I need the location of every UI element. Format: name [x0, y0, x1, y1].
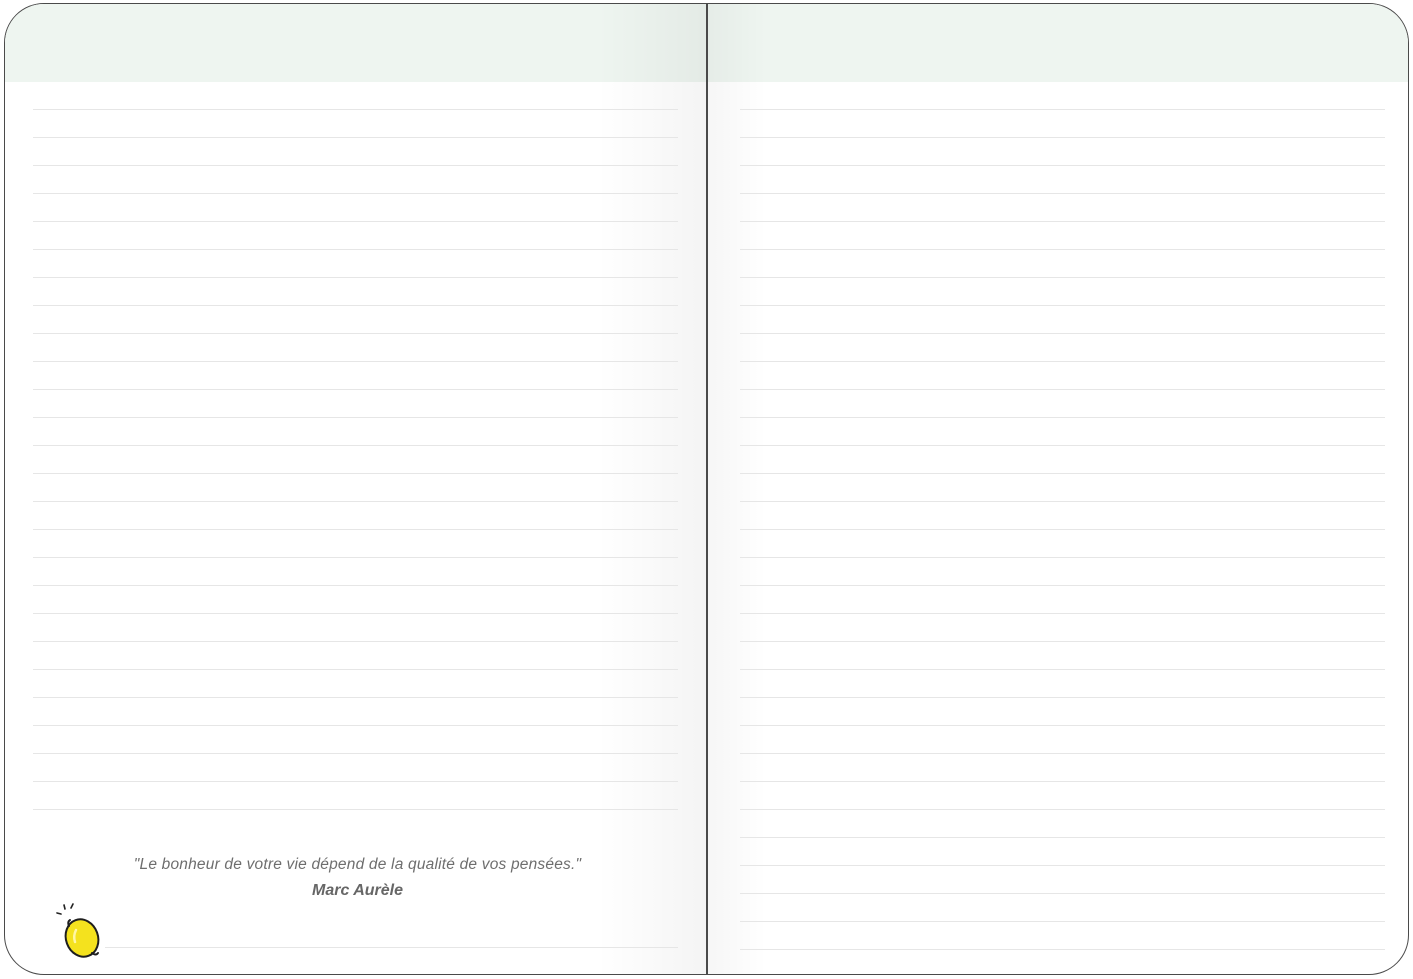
ruled-line	[33, 725, 678, 726]
ruled-line	[33, 809, 678, 810]
ruled-line	[740, 921, 1385, 922]
ruled-line	[740, 221, 1385, 222]
ruled-line	[33, 417, 678, 418]
ruled-line	[740, 949, 1385, 950]
left-page: "Le bonheur de votre vie dépend de la qu…	[5, 4, 707, 974]
ruled-line	[33, 445, 678, 446]
ruled-line	[740, 837, 1385, 838]
ruled-line	[33, 557, 678, 558]
quote-block: "Le bonheur de votre vie dépend de la qu…	[105, 856, 610, 900]
gutter-shadow	[707, 4, 767, 974]
ruled-line	[740, 557, 1385, 558]
ruled-line	[740, 417, 1385, 418]
ruled-line	[33, 137, 678, 138]
ruled-line	[740, 361, 1385, 362]
ruled-line	[33, 249, 678, 250]
ruled-line	[740, 193, 1385, 194]
ruled-line	[740, 669, 1385, 670]
ruled-line	[33, 641, 678, 642]
ruled-line	[740, 641, 1385, 642]
ruled-line	[740, 501, 1385, 502]
ruled-line	[740, 389, 1385, 390]
ruled-line	[33, 781, 678, 782]
ruled-line	[33, 221, 678, 222]
ruled-line	[740, 277, 1385, 278]
notebook-spread: "Le bonheur de votre vie dépend de la qu…	[4, 3, 1409, 975]
ruled-line	[740, 697, 1385, 698]
gutter-shadow	[597, 4, 707, 974]
ruled-line	[33, 585, 678, 586]
ruled-line	[33, 669, 678, 670]
ruled-line	[740, 781, 1385, 782]
ruled-line	[740, 725, 1385, 726]
ruled-line	[33, 193, 678, 194]
ruled-line	[740, 137, 1385, 138]
ruled-line	[33, 389, 678, 390]
ruled-line	[33, 613, 678, 614]
ruled-line	[740, 585, 1385, 586]
ruled-line	[33, 501, 678, 502]
ruled-line	[740, 753, 1385, 754]
lemon-icon	[56, 903, 100, 958]
ruled-line	[740, 305, 1385, 306]
ruled-line	[105, 947, 678, 948]
ruled-line	[33, 333, 678, 334]
ruled-line	[33, 473, 678, 474]
ruled-line	[740, 865, 1385, 866]
ruled-line	[740, 165, 1385, 166]
ruled-line	[33, 529, 678, 530]
ruled-line	[33, 753, 678, 754]
ruled-line	[33, 305, 678, 306]
quote-text: "Le bonheur de votre vie dépend de la qu…	[133, 856, 582, 873]
ruled-line	[740, 613, 1385, 614]
ruled-line	[740, 249, 1385, 250]
ruled-line	[33, 109, 678, 110]
ruled-line	[740, 109, 1385, 110]
spine	[706, 4, 708, 974]
ruled-line	[740, 333, 1385, 334]
ruled-line	[740, 809, 1385, 810]
ruled-line	[740, 445, 1385, 446]
quote-author: Marc Aurèle	[312, 882, 403, 899]
ruled-line	[33, 165, 678, 166]
right-page	[707, 4, 1408, 974]
ruled-line	[33, 361, 678, 362]
ruled-line	[740, 529, 1385, 530]
ruled-line	[33, 697, 678, 698]
ruled-line	[740, 473, 1385, 474]
ruled-line	[740, 893, 1385, 894]
ruled-line	[33, 277, 678, 278]
